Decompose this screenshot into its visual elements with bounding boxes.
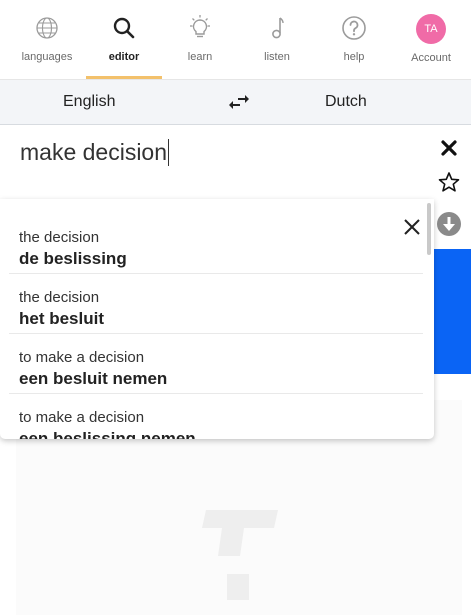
suggestion-item[interactable]: the decision het besluit bbox=[9, 274, 423, 334]
nav-item-editor[interactable]: editor bbox=[86, 0, 162, 79]
swap-arrows-icon[interactable] bbox=[226, 91, 252, 113]
source-language[interactable]: English bbox=[63, 93, 115, 111]
suggestion-source: the decision bbox=[19, 229, 100, 246]
suggestion-source: the decision bbox=[19, 289, 100, 306]
nav-item-account[interactable]: TA Account bbox=[393, 0, 469, 79]
nav-label-languages: languages bbox=[21, 51, 73, 63]
nav-label-learn: learn bbox=[187, 51, 213, 63]
suggestion-target: een besluit nemen bbox=[19, 369, 168, 388]
nav-label-account: Account bbox=[411, 52, 451, 64]
input-area: make decision bbox=[0, 125, 471, 200]
lightbulb-icon bbox=[190, 15, 210, 38]
nav-item-help[interactable]: help bbox=[316, 0, 392, 79]
top-nav: languages editor learn listen help TA Ac… bbox=[0, 0, 471, 80]
nav-label-editor: editor bbox=[108, 51, 140, 63]
music-note-icon bbox=[272, 17, 284, 39]
suggestion-target: het besluit bbox=[19, 309, 105, 328]
close-x-icon[interactable] bbox=[438, 137, 460, 159]
nav-label-listen: listen bbox=[264, 51, 290, 63]
download-circle-icon[interactable] bbox=[437, 212, 461, 236]
suggestions-dropdown: the decision de beslissing the decision … bbox=[0, 199, 434, 439]
language-bar: English Dutch bbox=[0, 80, 471, 125]
blue-side-panel[interactable] bbox=[434, 249, 471, 374]
suggestion-source: to make a decision bbox=[19, 409, 145, 426]
account-avatar: TA bbox=[416, 14, 446, 44]
app-root: languages editor learn listen help TA Ac… bbox=[0, 0, 471, 615]
star-outline-icon[interactable] bbox=[438, 171, 460, 193]
globe-icon bbox=[36, 17, 58, 39]
nav-item-listen[interactable]: listen bbox=[239, 0, 315, 79]
target-language[interactable]: Dutch bbox=[325, 93, 367, 111]
suggestion-target: een beslissing nemen bbox=[19, 429, 196, 439]
nav-label-help: help bbox=[343, 51, 365, 63]
translation-input[interactable]: make decision bbox=[20, 139, 170, 166]
search-icon bbox=[113, 17, 135, 39]
help-circle-icon bbox=[342, 16, 366, 40]
suggestion-target: de beslissing bbox=[19, 249, 127, 268]
suggestion-item[interactable]: to make a decision een besluit nemen bbox=[9, 334, 423, 394]
dropdown-scrollbar[interactable] bbox=[427, 203, 431, 255]
nav-item-learn[interactable]: learn bbox=[162, 0, 238, 79]
suggestion-source: to make a decision bbox=[19, 349, 145, 366]
suggestion-item[interactable]: the decision de beslissing bbox=[9, 214, 423, 274]
nav-item-languages[interactable]: languages bbox=[9, 0, 85, 79]
suggestion-item[interactable]: to make a decision een beslissing nemen bbox=[9, 394, 423, 439]
app-logo-placeholder-icon bbox=[202, 510, 278, 600]
